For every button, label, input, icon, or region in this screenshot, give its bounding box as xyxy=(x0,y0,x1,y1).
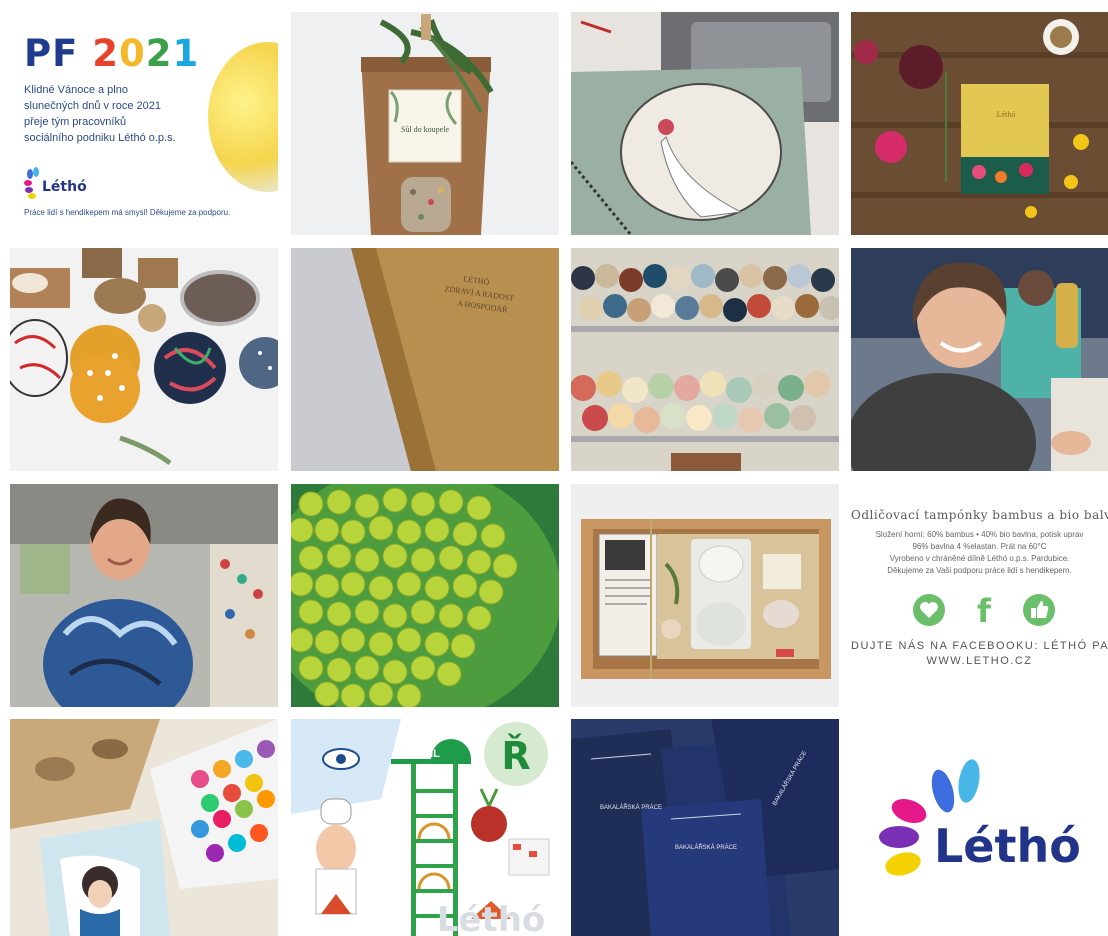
letho-logo-card[interactable]: Léthó xyxy=(851,719,1108,936)
info-line: Děkujeme za Vaši podporu práce lidí s he… xyxy=(887,566,1072,575)
educational-game-card[interactable]: CÍL Ř Léthó xyxy=(291,719,559,936)
photo-bath-salt-bag[interactable]: Sůl do koupele xyxy=(291,12,559,235)
photo-smiling-worker[interactable] xyxy=(851,248,1108,471)
website-text: WWW.LETHO.CZ xyxy=(926,655,1033,667)
photo-fabric-masks[interactable] xyxy=(10,719,278,936)
moon-decoration xyxy=(208,42,278,192)
photo-green-beads-bowl[interactable] xyxy=(291,484,559,707)
bag-label: Sůl do koupele xyxy=(401,125,449,134)
letho-wordmark: Léthó xyxy=(934,819,1081,873)
ladder-goal-label: CÍL xyxy=(422,747,440,760)
social-icons: f xyxy=(909,592,1059,628)
info-line: Vyrobeno v chráněné dílně Léthó o.p.s. P… xyxy=(889,554,1070,563)
facebook-icon: f xyxy=(977,592,992,628)
photo-gift-box[interactable] xyxy=(571,484,839,707)
product-info-card[interactable]: Odličovací tampónky bambus a bio balvna … xyxy=(851,484,1108,707)
pf-2021-card[interactable]: PF 2021 Klidné Vánoce a plno slunečných … xyxy=(10,12,278,235)
photo-gold-book[interactable]: LÉTHÓ ZDRAVÍ A RADOST A HOSPODÁŘ xyxy=(291,248,559,471)
thesis-cover-title: BAKALÁŘSKÁ PRÁCE xyxy=(675,843,737,851)
heart-icon xyxy=(913,594,945,626)
thumbs-up-icon xyxy=(1023,594,1055,626)
info-line: Složení horní: 60% bambus • 40% bio bavl… xyxy=(875,530,1084,539)
pf-greeting-line: slunečných dnů v roce 2021 xyxy=(24,100,161,112)
brand-watermark: Léthó xyxy=(437,900,546,936)
pf-greeting-line: sociálního podniku Léthó o.p.s. xyxy=(24,132,176,144)
info-line: 96% bavlna 4 %elastan. Prát na 60°C xyxy=(912,542,1047,551)
photo-worker-blue-shirt[interactable] xyxy=(10,484,278,707)
hands-icon: Léthó xyxy=(24,167,87,199)
facebook-follow-text: DUJTE NÁS NA FACEBOOKU: LÉTHÓ PARDU xyxy=(851,640,1108,652)
pf-greeting-line: Klidné Vánoce a plno xyxy=(24,84,128,96)
letho-small-logo: Léthó xyxy=(24,166,94,200)
notebook-signature: Léthó xyxy=(997,110,1016,119)
letho-small-logo-text: Léthó xyxy=(42,179,87,195)
svg-text:f: f xyxy=(977,592,992,628)
photo-cosmetic-pads[interactable] xyxy=(10,248,278,471)
pf-title: PF 2021 xyxy=(24,32,200,75)
photo-yellow-notebook-flowers[interactable]: Léthó xyxy=(851,12,1108,235)
thesis-cover-title: BAKALÁŘSKÁ PRÁCE xyxy=(600,803,662,811)
info-title: Odličovací tampónky bambus a bio balvna xyxy=(851,508,1108,522)
photo-bound-theses[interactable]: BAKALÁŘSKÁ PRÁCE BAKALÁŘSKÁ PRÁCE BAKALÁ… xyxy=(571,719,839,936)
pf-greeting-line: přeje tým pracovníků xyxy=(24,116,127,128)
game-letter: Ř xyxy=(501,734,530,778)
pf-footer: Práce lidí s hendikepem má smysl! Děkuje… xyxy=(24,208,231,217)
photo-fabric-rolls-shelf[interactable] xyxy=(571,248,839,471)
photo-illustrated-notebook[interactable] xyxy=(571,12,839,235)
